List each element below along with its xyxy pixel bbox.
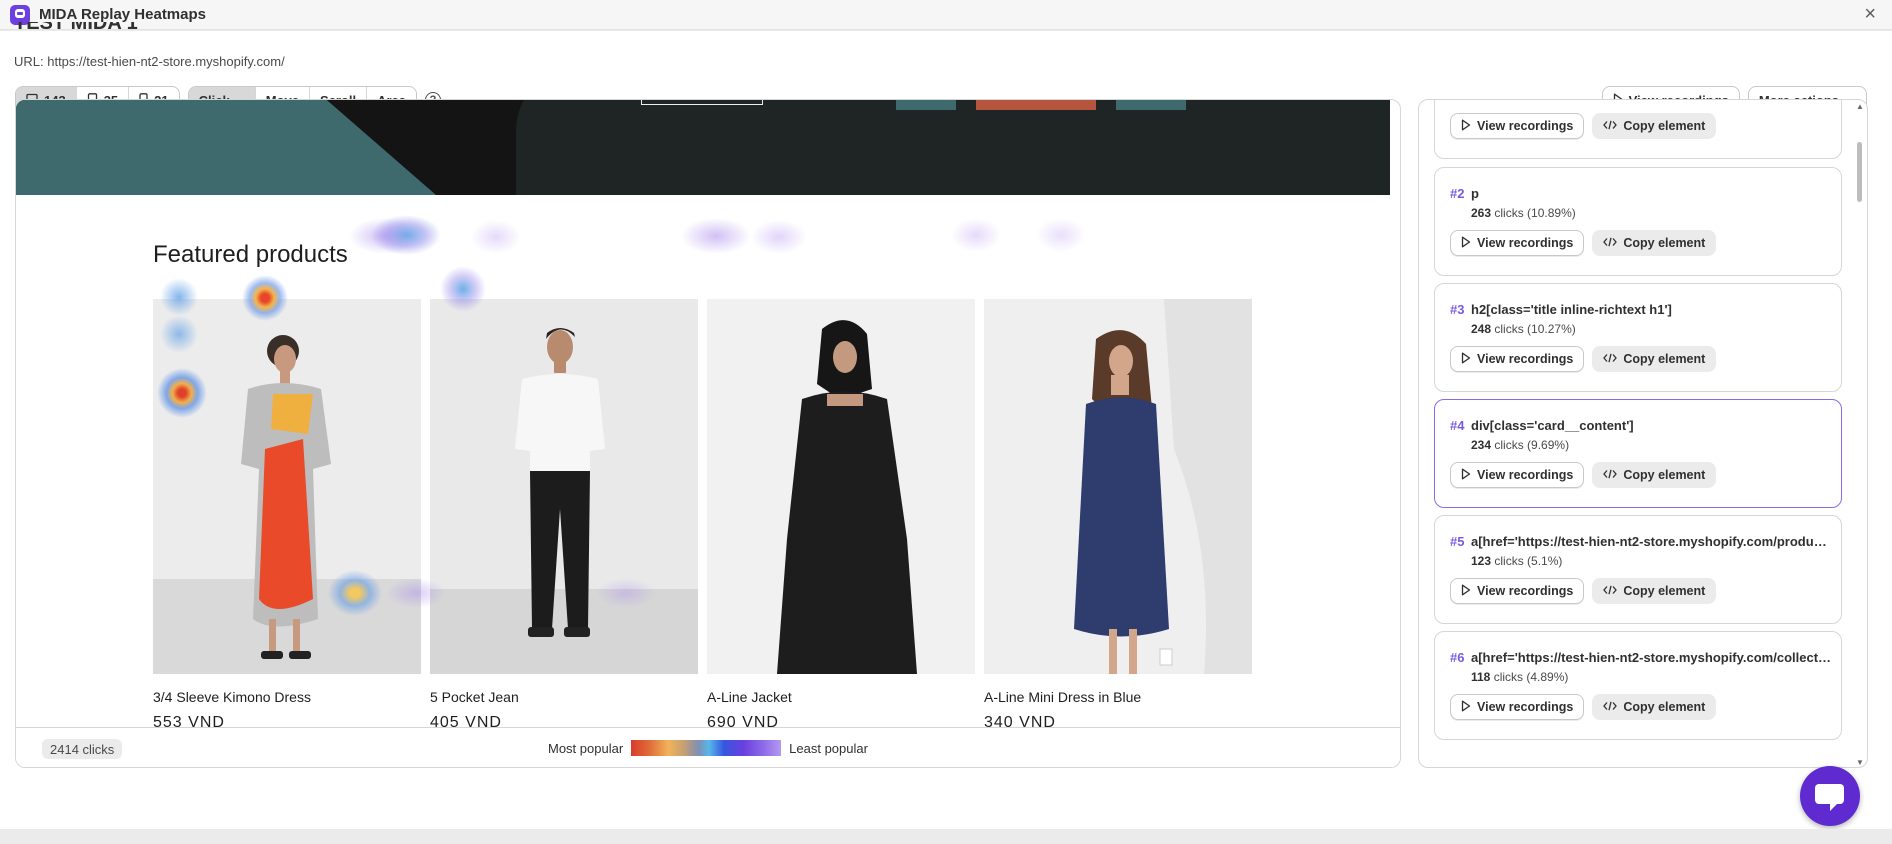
element-selector: div[class='card__content'] (1471, 418, 1634, 433)
heat-spot (471, 220, 521, 254)
heat-spot (1036, 218, 1086, 252)
play-icon (1461, 468, 1471, 483)
play-icon (1461, 119, 1471, 134)
view-recordings-button[interactable]: View recordings (1450, 694, 1585, 720)
product-image (984, 299, 1252, 674)
code-icon (1603, 236, 1618, 250)
product-image (153, 299, 421, 674)
product-price: 690 VND (707, 714, 779, 727)
copy-element-button[interactable]: Copy element (1592, 462, 1717, 488)
element-stats: 263 clicks (10.89%) (1471, 206, 1576, 220)
element-selector: h2[class='title inline-richtext h1'] (1471, 302, 1672, 317)
heat-spot (751, 220, 807, 254)
product-price: 553 VND (153, 714, 225, 727)
element-selector: p (1471, 186, 1479, 201)
element-rank: #6 (1450, 650, 1465, 665)
element-stats: 248 clicks (10.27%) (1471, 322, 1576, 336)
element-rank: #5 (1450, 534, 1465, 549)
product-price: 405 VND (430, 714, 502, 727)
product-image (430, 299, 698, 674)
product-name[interactable]: 5 Pocket Jean (430, 689, 519, 705)
total-clicks-badge: 2414 clicks (42, 739, 123, 759)
copy-element-button[interactable]: Copy element (1592, 113, 1717, 139)
element-stats: 123 clicks (5.1%) (1471, 554, 1563, 568)
element-rank: #3 (1450, 302, 1465, 317)
heat-spot (371, 215, 441, 255)
most-popular-label: Most popular (548, 740, 624, 756)
element-card[interactable]: #2 p 263 clicks (10.89%) View recordings… (1434, 167, 1842, 276)
product-card[interactable]: A-Line Jacket 690 VND (707, 299, 975, 727)
chat-icon[interactable] (1800, 766, 1860, 826)
heatmap-legend: 2414 clicks Most popular Least popular (16, 727, 1400, 767)
product-card[interactable]: 3/4 Sleeve Kimono Dress 553 VND (153, 299, 421, 727)
app-title: MIDA Replay Heatmaps (39, 6, 206, 23)
product-card[interactable]: A-Line Mini Dress in Blue 340 VND (984, 299, 1252, 727)
heat-spot (349, 218, 419, 254)
view-recordings-button[interactable]: View recordings (1450, 462, 1585, 488)
element-card[interactable]: #3 h2[class='title inline-richtext h1'] … (1434, 283, 1842, 392)
element-card[interactable]: View recordings Copy element (1434, 100, 1842, 159)
play-icon (1461, 236, 1471, 251)
heatmap-viewer: Featured products 3/4 Sleeve Kimono Dres… (15, 99, 1401, 768)
element-selector: a[href='https://test-hien-nt2-store.mysh… (1471, 650, 1833, 665)
code-icon (1603, 468, 1618, 482)
copy-element-button[interactable]: Copy element (1592, 346, 1717, 372)
play-icon (1461, 352, 1471, 367)
play-icon (1461, 700, 1471, 715)
app-header: MIDA Replay Heatmaps × (0, 0, 1892, 30)
code-icon (1603, 584, 1618, 598)
code-icon (1603, 352, 1618, 366)
element-rank: #4 (1450, 418, 1465, 433)
copy-element-button[interactable]: Copy element (1592, 578, 1717, 604)
heat-spot (951, 218, 1001, 252)
element-rank: #2 (1450, 186, 1465, 201)
element-stats: 118 clicks (4.89%) (1471, 670, 1569, 684)
view-recordings-button[interactable]: View recordings (1450, 346, 1585, 372)
view-recordings-button[interactable]: View recordings (1450, 230, 1585, 256)
product-name[interactable]: 3/4 Sleeve Kimono Dress (153, 689, 311, 705)
product-image (707, 299, 975, 674)
element-card[interactable]: #4 div[class='card__content'] 234 clicks… (1434, 399, 1842, 508)
product-price: 340 VND (984, 714, 1056, 727)
code-icon (1603, 700, 1618, 714)
copy-element-button[interactable]: Copy element (1592, 694, 1717, 720)
play-icon (1461, 584, 1471, 599)
featured-products-heading: Featured products (153, 241, 348, 268)
bottom-strip (0, 829, 1892, 844)
copy-element-button[interactable]: Copy element (1592, 230, 1717, 256)
element-card[interactable]: #6 a[href='https://test-hien-nt2-store.m… (1434, 631, 1842, 740)
popularity-gradient (631, 740, 782, 756)
page-url: URL: https://test-hien-nt2-store.myshopi… (14, 54, 285, 69)
product-card[interactable]: 5 Pocket Jean 405 VND (430, 299, 698, 727)
element-stats: 234 clicks (9.69%) (1471, 438, 1570, 452)
page-preview[interactable]: Featured products 3/4 Sleeve Kimono Dres… (16, 100, 1390, 727)
panel-scrollbar[interactable]: ▲ ▼ (1853, 100, 1867, 767)
product-name[interactable]: A-Line Jacket (707, 689, 792, 705)
popularity-scale: Most popular Least popular (548, 740, 868, 756)
element-card[interactable]: #5 a[href='https://test-hien-nt2-store.m… (1434, 515, 1842, 624)
least-popular-label: Least popular (789, 740, 868, 756)
close-icon[interactable]: × (1864, 4, 1876, 24)
hero-banner-image (16, 100, 1390, 195)
view-recordings-button[interactable]: View recordings (1450, 113, 1585, 139)
element-selector: a[href='https://test-hien-nt2-store.mysh… (1471, 534, 1833, 549)
element-list-panel: View recordings Copy element #2 p 263 cl… (1418, 99, 1868, 768)
page-title: TEST MIDA 1 (14, 22, 138, 34)
view-recordings-button[interactable]: View recordings (1450, 578, 1585, 604)
heat-spot (681, 218, 751, 254)
code-icon (1603, 119, 1618, 133)
product-name[interactable]: A-Line Mini Dress in Blue (984, 689, 1141, 705)
